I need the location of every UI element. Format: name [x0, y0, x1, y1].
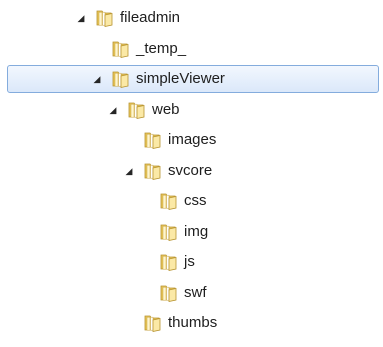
- tree-item-js[interactable]: js: [0, 247, 383, 277]
- tree-item-web[interactable]: ◢ web: [0, 95, 383, 125]
- tree-item-label: web: [152, 100, 180, 118]
- tree-item-simpleviewer[interactable]: ◢ simpleViewer: [0, 64, 383, 94]
- tree-item-img[interactable]: img: [0, 217, 383, 247]
- expanded-arrow-icon[interactable]: ◢: [76, 13, 86, 23]
- tree-item-images[interactable]: images: [0, 125, 383, 155]
- folder-icon: [160, 285, 177, 302]
- tree-item-thumbs[interactable]: thumbs: [0, 308, 383, 338]
- folder-icon: [144, 132, 161, 149]
- folder-icon: [128, 102, 145, 119]
- folder-icon: [112, 71, 129, 88]
- tree-item-label: js: [184, 253, 195, 270]
- folder-icon: [96, 10, 113, 27]
- folder-icon: [160, 193, 177, 210]
- tree-item-label: thumbs: [168, 314, 218, 331]
- tree-item-label: _temp_: [136, 39, 187, 57]
- folder-icon: [160, 254, 177, 271]
- folder-icon: [112, 41, 129, 58]
- expanded-arrow-icon[interactable]: ◢: [124, 166, 134, 176]
- tree-item-svcore[interactable]: ◢ svcore: [0, 156, 383, 186]
- folder-tree: ◢ fileadmin _temp_ ◢ simpleViewer ◢ web images ◢…: [0, 0, 383, 347]
- tree-item-label: images: [168, 131, 217, 148]
- expanded-arrow-icon[interactable]: ◢: [108, 105, 118, 115]
- tree-item-fileadmin[interactable]: ◢ fileadmin: [0, 3, 383, 33]
- folder-icon: [160, 224, 177, 241]
- tree-item-css[interactable]: css: [0, 186, 383, 216]
- tree-item-label: simpleViewer: [136, 70, 225, 87]
- expanded-arrow-icon[interactable]: ◢: [92, 74, 102, 84]
- folder-icon: [144, 163, 161, 180]
- tree-item-temp[interactable]: _temp_: [0, 34, 383, 64]
- tree-item-label: swf: [184, 283, 207, 301]
- tree-item-label: img: [184, 222, 209, 240]
- folder-icon: [144, 315, 161, 332]
- tree-item-label: svcore: [168, 161, 213, 179]
- tree-item-swf[interactable]: swf: [0, 278, 383, 308]
- tree-item-label: css: [184, 192, 207, 209]
- tree-item-label: fileadmin: [120, 9, 181, 26]
